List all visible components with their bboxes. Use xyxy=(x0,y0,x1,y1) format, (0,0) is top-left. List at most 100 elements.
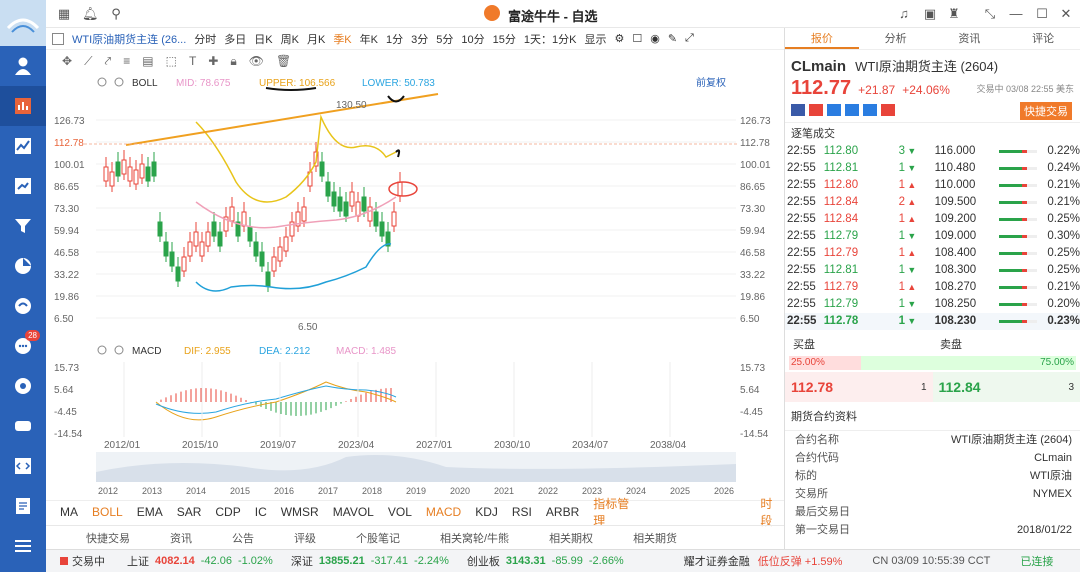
subtab[interactable]: 相关期权 xyxy=(549,530,593,546)
lock-icon[interactable]: 🔒︎ xyxy=(230,54,236,69)
subtab[interactable]: 资讯 xyxy=(170,530,192,546)
text-tool-icon[interactable]: T xyxy=(189,54,196,68)
close-icon[interactable]: ✕ xyxy=(1058,6,1074,22)
subtab[interactable]: 个股笔记 xyxy=(356,530,400,546)
maximize-icon[interactable]: ☐ xyxy=(1034,6,1050,22)
minimize-icon[interactable]: — xyxy=(1008,6,1024,22)
headset-icon[interactable]: ♫ xyxy=(896,6,912,22)
period-tab[interactable]: 日K xyxy=(254,31,272,47)
filter-icon[interactable] xyxy=(0,206,46,246)
code-icon[interactable] xyxy=(0,446,46,486)
subtab[interactable]: 相关期货 xyxy=(633,530,677,546)
alert-icon[interactable] xyxy=(809,104,823,116)
layout-icon[interactable] xyxy=(52,32,64,45)
watchlist-icon[interactable] xyxy=(0,86,46,126)
time-axis: 2012/01 2015/10 2019/07 2023/04 2027/01 2030/… xyxy=(104,362,687,451)
measure-tool-icon[interactable]: ✚ xyxy=(208,54,218,68)
subtab[interactable]: 公告 xyxy=(232,530,254,546)
game-icon[interactable] xyxy=(0,406,46,446)
chart-icon[interactable] xyxy=(827,104,841,116)
camera-icon[interactable]: ◉ xyxy=(650,32,660,45)
trade-icon[interactable] xyxy=(0,166,46,206)
period-tab[interactable]: 3分 xyxy=(411,31,428,47)
market-icon[interactable] xyxy=(0,126,46,166)
indicator-tab-selected[interactable]: BOLL xyxy=(92,505,123,519)
range-selector[interactable]: 1天：1分K xyxy=(524,31,577,47)
period-tab[interactable]: 多日 xyxy=(224,31,246,47)
indicator-tabs: MA BOLL EMA SAR CDP IC WMSR MAVOL VOL MA… xyxy=(46,497,784,528)
subtab[interactable]: 相关窝轮/牛熊 xyxy=(440,530,509,546)
overview-tick: 2025 xyxy=(670,486,690,496)
menu-icon[interactable] xyxy=(0,526,46,566)
expand-icon[interactable]: ⤢ xyxy=(685,32,694,45)
contract-value: CLmain xyxy=(1034,452,1072,464)
trade-icon[interactable] xyxy=(845,104,859,116)
indicator-tab[interactable]: WMSR xyxy=(281,505,319,519)
period-tab[interactable]: 周K xyxy=(281,31,299,47)
period-tab[interactable]: 月K xyxy=(307,31,325,47)
period-tab[interactable]: 10分 xyxy=(461,31,484,47)
quote-time: 交易中 03/08 22:55 美东 xyxy=(976,84,1074,94)
indicator-tab[interactable]: RSI xyxy=(512,505,532,519)
indicator-tab[interactable]: EMA xyxy=(137,505,163,519)
share-icon[interactable] xyxy=(863,104,877,116)
indicator-tab[interactable]: VOL xyxy=(388,505,412,519)
trade-row: 22:55 112.79 1 ▲ 108.400 0.25% xyxy=(785,245,1080,262)
alert-text: 低位反弹 +1.59% xyxy=(757,556,843,568)
period-tab[interactable]: 分时 xyxy=(194,31,216,47)
checkbox-icon[interactable]: ☐ xyxy=(632,32,642,45)
search-icon[interactable]: ⚲ xyxy=(108,6,124,22)
tab-comments[interactable]: 评论 xyxy=(1006,28,1080,49)
eye-icon[interactable]: 👁︎ xyxy=(249,54,264,68)
period-tab[interactable]: 年K xyxy=(360,31,378,47)
indicator-tab[interactable]: CDP xyxy=(215,505,240,519)
channel-tool-icon[interactable]: ▤ xyxy=(142,54,153,68)
indicator-tab[interactable]: KDJ xyxy=(475,505,498,519)
doc-icon[interactable] xyxy=(0,486,46,526)
trade-direction-icon: ▼ xyxy=(907,146,917,156)
fib-tool-icon[interactable]: ≡ xyxy=(123,54,130,68)
period-tab[interactable]: 15分 xyxy=(493,31,516,47)
period-tab[interactable]: 1分 xyxy=(386,31,403,47)
display-menu[interactable]: 显示 xyxy=(584,31,606,47)
period-tab-selected[interactable]: 季K xyxy=(333,31,351,47)
indicator-tab-selected[interactable]: MACD xyxy=(426,505,461,519)
indicator-tab[interactable]: MA xyxy=(60,505,78,519)
news-icon[interactable] xyxy=(0,366,46,406)
user-icon[interactable] xyxy=(0,46,46,86)
delete-icon[interactable]: 🗑︎ xyxy=(276,54,291,68)
heart-icon[interactable] xyxy=(881,104,895,116)
bell-icon[interactable]: 🔔︎ xyxy=(82,6,99,22)
shape-tool-icon[interactable]: ⬚ xyxy=(166,54,177,68)
portfolio-icon[interactable] xyxy=(0,246,46,286)
ray-tool-icon[interactable]: ⤤ xyxy=(104,54,111,69)
community-icon[interactable] xyxy=(0,286,46,326)
indicator-tab[interactable]: ARBR xyxy=(546,505,579,519)
line-tool-icon[interactable]: ⟋ xyxy=(84,54,92,69)
subtab[interactable]: 快捷交易 xyxy=(86,530,130,546)
tab-analysis[interactable]: 分析 xyxy=(859,28,933,49)
collapse-icon[interactable]: ⤡ xyxy=(982,6,998,22)
indicator-tab[interactable]: MAVOL xyxy=(333,505,374,519)
timeshare-link[interactable]: 时段 xyxy=(760,495,784,529)
subtab[interactable]: 评级 xyxy=(294,530,316,546)
indicator-tab[interactable]: SAR xyxy=(177,505,202,519)
bid-ask-labels: 买盘 卖盘 xyxy=(785,336,1080,352)
indicator-tab[interactable]: IC xyxy=(255,505,267,519)
settings-icon[interactable]: ⚙ xyxy=(614,32,624,45)
calendar-icon[interactable]: ▦ xyxy=(56,6,72,22)
kline-chart[interactable]: BOLL MID: 78.675 UPPER: 106.566 LOWER: 5… xyxy=(46,72,784,500)
message-icon[interactable]: 28 xyxy=(0,326,46,366)
tab-news[interactable]: 资讯 xyxy=(933,28,1007,49)
trade-direction-icon: ▲ xyxy=(907,248,917,258)
pen-icon[interactable]: ✎ xyxy=(668,32,677,45)
gift-icon[interactable]: ▣ xyxy=(922,6,938,22)
quick-trade-button[interactable]: 快捷交易 xyxy=(1020,102,1072,120)
shirt-icon[interactable]: ♜ xyxy=(946,6,962,22)
indicator-manage[interactable]: 指标管理 xyxy=(593,495,640,529)
period-tab[interactable]: 5分 xyxy=(436,31,453,47)
adjust-mode[interactable]: 前复权 xyxy=(696,76,726,89)
tab-quote[interactable]: 报价 xyxy=(785,28,859,49)
symbol-selector[interactable]: WTI原油期货主连 (26... xyxy=(72,31,186,47)
move-icon[interactable]: ✥ xyxy=(62,54,72,68)
